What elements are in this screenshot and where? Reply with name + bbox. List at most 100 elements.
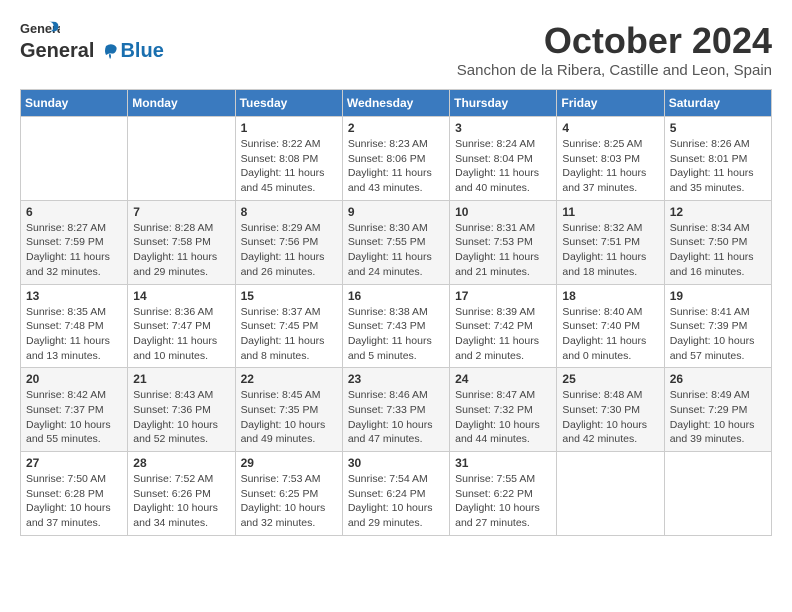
day-number: 22 — [241, 372, 337, 386]
day-info: Sunrise: 8:26 AMSunset: 8:01 PMDaylight:… — [670, 137, 766, 196]
day-number: 28 — [133, 456, 229, 470]
day-number: 5 — [670, 121, 766, 135]
calendar-header-row: SundayMondayTuesdayWednesdayThursdayFrid… — [21, 90, 772, 117]
day-info: Sunrise: 8:37 AMSunset: 7:45 PMDaylight:… — [241, 305, 337, 364]
day-number: 20 — [26, 372, 122, 386]
calendar-cell: 10Sunrise: 8:31 AMSunset: 7:53 PMDayligh… — [450, 200, 557, 284]
day-info: Sunrise: 8:35 AMSunset: 7:48 PMDaylight:… — [26, 305, 122, 364]
day-number: 2 — [348, 121, 444, 135]
day-number: 15 — [241, 289, 337, 303]
calendar-cell: 27Sunrise: 7:50 AMSunset: 6:28 PMDayligh… — [21, 452, 128, 536]
day-info: Sunrise: 7:52 AMSunset: 6:26 PMDaylight:… — [133, 472, 229, 531]
day-info: Sunrise: 8:24 AMSunset: 8:04 PMDaylight:… — [455, 137, 551, 196]
calendar-cell: 9 Sunrise: 8:30 AMSunset: 7:55 PMDaylight… — [342, 200, 449, 284]
day-info: Sunrise: 8:28 AMSunset: 7:58 PMDaylight:… — [133, 221, 229, 280]
day-number: 21 — [133, 372, 229, 386]
logo-bird-icon — [96, 41, 118, 63]
day-number: 30 — [348, 456, 444, 470]
day-info: Sunrise: 8:27 AMSunset: 7:59 PMDaylight:… — [26, 221, 122, 280]
month-title: October 2024 — [457, 20, 772, 62]
calendar-cell: 14 Sunrise: 8:36 AMSunset: 7:47 PMDayligh… — [128, 284, 235, 368]
day-number: 31 — [455, 456, 551, 470]
day-info: Sunrise: 8:49 AMSunset: 7:29 PMDaylight:… — [670, 388, 766, 447]
calendar-cell: 13 Sunrise: 8:35 AMSunset: 7:48 PMDayligh… — [21, 284, 128, 368]
day-info: Sunrise: 8:36 AMSunset: 7:47 PMDaylight:… — [133, 305, 229, 364]
day-of-week-header: Friday — [557, 90, 664, 117]
day-number: 18 — [562, 289, 658, 303]
header: General General Blue October 2024 Sancho… — [20, 20, 772, 79]
calendar-cell: 3 Sunrise: 8:24 AMSunset: 8:04 PMDaylight… — [450, 117, 557, 201]
calendar-cell: 2Sunrise: 8:23 AMSunset: 8:06 PMDaylight… — [342, 117, 449, 201]
day-info: Sunrise: 8:25 AMSunset: 8:03 PMDaylight:… — [562, 137, 658, 196]
day-info: Sunrise: 8:30 AMSunset: 7:55 PMDaylight:… — [348, 221, 444, 280]
calendar-cell: 11 Sunrise: 8:32 AMSunset: 7:51 PMDayligh… — [557, 200, 664, 284]
calendar-week-row: 6 Sunrise: 8:27 AMSunset: 7:59 PMDaylight… — [21, 200, 772, 284]
logo-blue-text: Blue — [120, 40, 163, 63]
calendar-cell: 5 Sunrise: 8:26 AMSunset: 8:01 PMDaylight… — [664, 117, 771, 201]
calendar-cell: 26Sunrise: 8:49 AMSunset: 7:29 PMDayligh… — [664, 368, 771, 452]
day-info: Sunrise: 8:34 AMSunset: 7:50 PMDaylight:… — [670, 221, 766, 280]
calendar-cell: 7 Sunrise: 8:28 AMSunset: 7:58 PMDaylight… — [128, 200, 235, 284]
calendar-cell — [21, 117, 128, 201]
calendar-cell: 17Sunrise: 8:39 AMSunset: 7:42 PMDayligh… — [450, 284, 557, 368]
day-number: 6 — [26, 205, 122, 219]
day-number: 12 — [670, 205, 766, 219]
calendar-cell: 8 Sunrise: 8:29 AMSunset: 7:56 PMDaylight… — [235, 200, 342, 284]
calendar-cell: 29Sunrise: 7:53 AMSunset: 6:25 PMDayligh… — [235, 452, 342, 536]
calendar-week-row: 13 Sunrise: 8:35 AMSunset: 7:48 PMDayligh… — [21, 284, 772, 368]
calendar-cell: 15 Sunrise: 8:37 AMSunset: 7:45 PMDayligh… — [235, 284, 342, 368]
calendar-cell: 1Sunrise: 8:22 AMSunset: 8:08 PMDaylight… — [235, 117, 342, 201]
day-info: Sunrise: 8:41 AMSunset: 7:39 PMDaylight:… — [670, 305, 766, 364]
calendar-cell: 23Sunrise: 8:46 AMSunset: 7:33 PMDayligh… — [342, 368, 449, 452]
day-number: 14 — [133, 289, 229, 303]
day-number: 19 — [670, 289, 766, 303]
calendar-cell — [128, 117, 235, 201]
calendar-week-row: 27Sunrise: 7:50 AMSunset: 6:28 PMDayligh… — [21, 452, 772, 536]
calendar-cell: 28 Sunrise: 7:52 AMSunset: 6:26 PMDayligh… — [128, 452, 235, 536]
day-info: Sunrise: 8:38 AMSunset: 7:43 PMDaylight:… — [348, 305, 444, 364]
calendar-cell: 24Sunrise: 8:47 AMSunset: 7:32 PMDayligh… — [450, 368, 557, 452]
day-info: Sunrise: 7:53 AMSunset: 6:25 PMDaylight:… — [241, 472, 337, 531]
day-number: 9 — [348, 205, 444, 219]
logo-icon: General — [20, 20, 60, 38]
calendar-cell: 12 Sunrise: 8:34 AMSunset: 7:50 PMDayligh… — [664, 200, 771, 284]
day-of-week-header: Wednesday — [342, 90, 449, 117]
day-number: 11 — [562, 205, 658, 219]
day-number: 23 — [348, 372, 444, 386]
calendar-week-row: 20 Sunrise: 8:42 AMSunset: 7:37 PMDayligh… — [21, 368, 772, 452]
subtitle: Sanchon de la Ribera, Castille and Leon,… — [457, 62, 772, 79]
day-number: 3 — [455, 121, 551, 135]
calendar-cell: 4 Sunrise: 8:25 AMSunset: 8:03 PMDaylight… — [557, 117, 664, 201]
title-section: October 2024 Sanchon de la Ribera, Casti… — [457, 20, 772, 79]
calendar-cell: 30 Sunrise: 7:54 AMSunset: 6:24 PMDayligh… — [342, 452, 449, 536]
day-info: Sunrise: 8:40 AMSunset: 7:40 PMDaylight:… — [562, 305, 658, 364]
day-info: Sunrise: 8:29 AMSunset: 7:56 PMDaylight:… — [241, 221, 337, 280]
day-number: 8 — [241, 205, 337, 219]
day-info: Sunrise: 8:32 AMSunset: 7:51 PMDaylight:… — [562, 221, 658, 280]
day-of-week-header: Sunday — [21, 90, 128, 117]
day-number: 4 — [562, 121, 658, 135]
calendar-cell: 20 Sunrise: 8:42 AMSunset: 7:37 PMDayligh… — [21, 368, 128, 452]
day-of-week-header: Thursday — [450, 90, 557, 117]
day-info: Sunrise: 8:45 AMSunset: 7:35 PMDaylight:… — [241, 388, 337, 447]
logo-general-text: General — [20, 40, 94, 63]
calendar-cell: 19 Sunrise: 8:41 AMSunset: 7:39 PMDayligh… — [664, 284, 771, 368]
day-of-week-header: Monday — [128, 90, 235, 117]
day-number: 25 — [562, 372, 658, 386]
day-info: Sunrise: 8:42 AMSunset: 7:37 PMDaylight:… — [26, 388, 122, 447]
calendar-cell: 21 Sunrise: 8:43 AMSunset: 7:36 PMDayligh… — [128, 368, 235, 452]
calendar-week-row: 1Sunrise: 8:22 AMSunset: 8:08 PMDaylight… — [21, 117, 772, 201]
day-info: Sunrise: 7:55 AMSunset: 6:22 PMDaylight:… — [455, 472, 551, 531]
day-number: 1 — [241, 121, 337, 135]
calendar-cell: 31 Sunrise: 7:55 AMSunset: 6:22 PMDayligh… — [450, 452, 557, 536]
calendar-cell: 22 Sunrise: 8:45 AMSunset: 7:35 PMDayligh… — [235, 368, 342, 452]
calendar-cell — [664, 452, 771, 536]
day-info: Sunrise: 8:47 AMSunset: 7:32 PMDaylight:… — [455, 388, 551, 447]
day-number: 13 — [26, 289, 122, 303]
day-number: 7 — [133, 205, 229, 219]
calendar-cell: 6 Sunrise: 8:27 AMSunset: 7:59 PMDaylight… — [21, 200, 128, 284]
day-info: Sunrise: 8:43 AMSunset: 7:36 PMDaylight:… — [133, 388, 229, 447]
calendar-cell: 25Sunrise: 8:48 AMSunset: 7:30 PMDayligh… — [557, 368, 664, 452]
day-info: Sunrise: 7:50 AMSunset: 6:28 PMDaylight:… — [26, 472, 122, 531]
day-info: Sunrise: 7:54 AMSunset: 6:24 PMDaylight:… — [348, 472, 444, 531]
